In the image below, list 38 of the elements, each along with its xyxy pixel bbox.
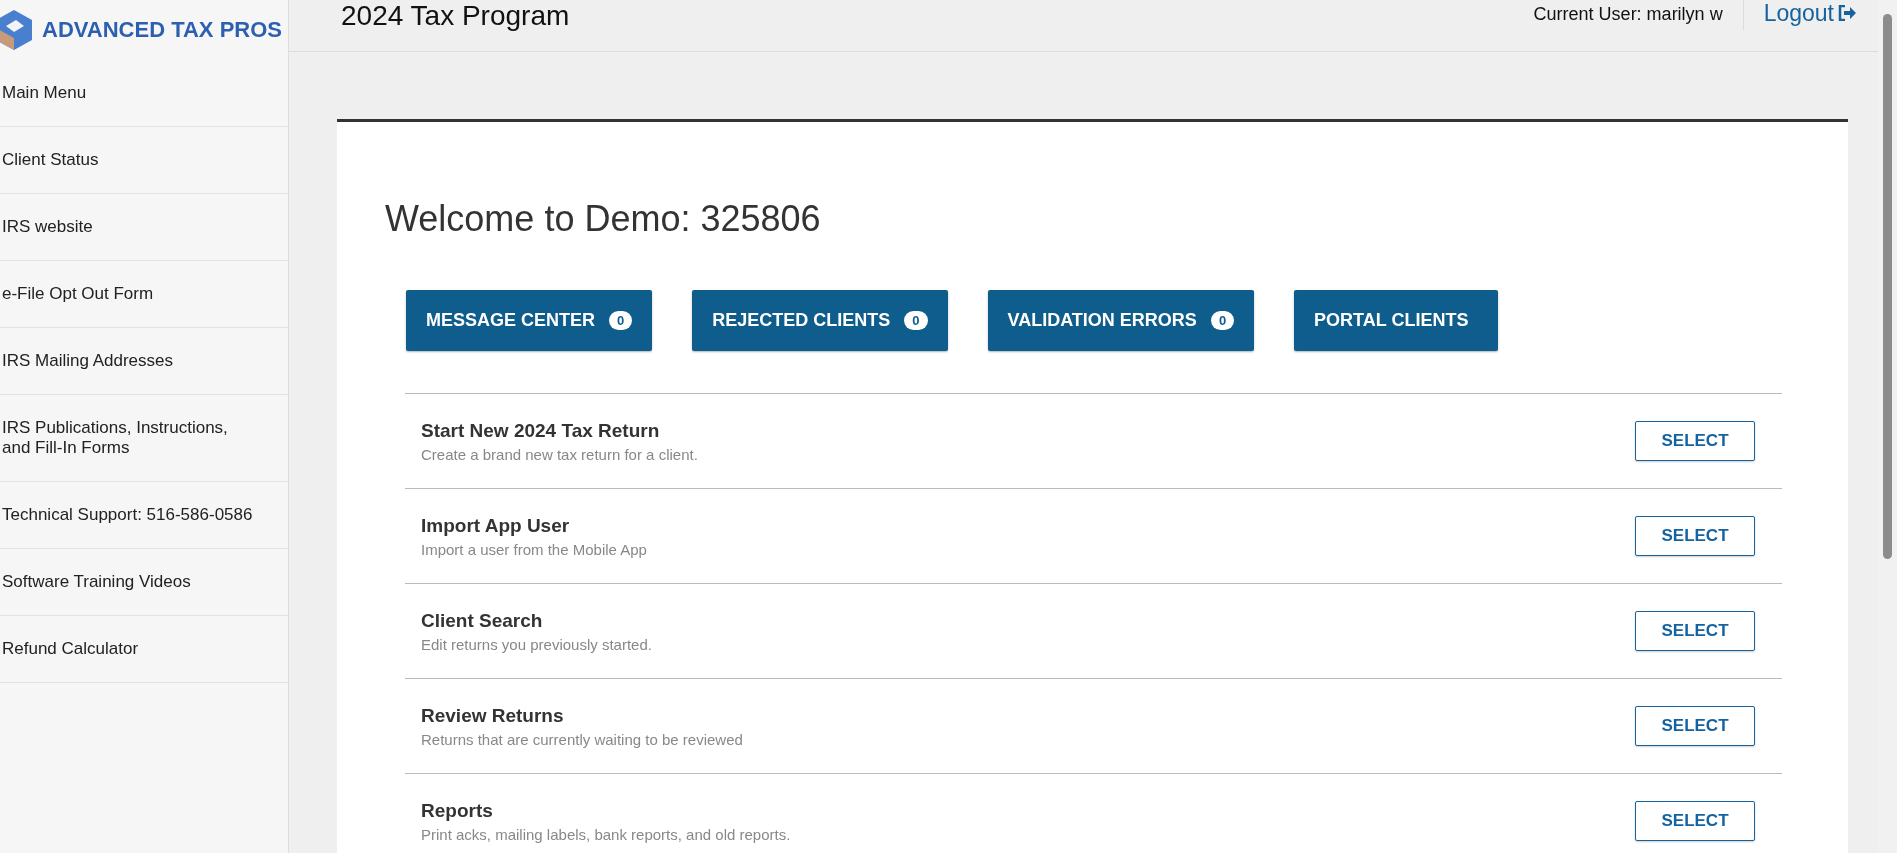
select-button[interactable]: SELECT <box>1635 706 1755 746</box>
count-badge: 0 <box>1210 311 1235 330</box>
sidebar-item[interactable]: IRS website <box>0 194 288 261</box>
menu-item-description: Returns that are currently waiting to be reviewed <box>421 730 743 748</box>
sidebar-item[interactable]: Client Status <box>0 127 288 194</box>
menu-item-title: Client Search <box>421 609 544 632</box>
sidebar-item[interactable]: IRS Publications, Instructions, and Fill-In Forms <box>0 395 288 482</box>
logout-icon[interactable] <box>1838 5 1856 21</box>
count-badge: 0 <box>904 311 928 330</box>
menu-item-title: Start New 2024 Tax Return <box>421 419 661 442</box>
quick-action-button[interactable]: VALIDATION ERRORS 0 <box>987 290 1255 351</box>
count-badge: 0 <box>609 311 633 330</box>
logout-link[interactable]: Logout <box>1743 0 1878 26</box>
sidebar-item[interactable]: e-File Opt Out Form <box>0 261 288 328</box>
welcome-heading: Welcome to Demo: 325806 <box>385 198 822 240</box>
select-button[interactable]: SELECT <box>1635 801 1755 841</box>
page-title: 2024 Tax Program <box>341 0 571 32</box>
sidebar-item[interactable]: IRS Mailing Addresses <box>0 328 288 395</box>
scrollbar-thumb[interactable] <box>1883 14 1892 559</box>
sidebar-item[interactable]: Technical Support: 516-586-0586 <box>0 482 288 549</box>
quick-action-button[interactable]: MESSAGE CENTER 0 <box>406 290 653 351</box>
sidebar-item[interactable]: Main Menu <box>0 60 288 127</box>
menu-item-title: Review Returns <box>421 704 565 727</box>
select-button[interactable]: SELECT <box>1635 421 1755 461</box>
menu-item-description: Create a brand new tax return for a client. <box>421 445 698 463</box>
current-user-label: Current User: marilyn w <box>1513 0 1744 30</box>
menu-item-description: Import a user from the Mobile App <box>421 540 647 558</box>
quick-action-button[interactable]: REJECTED CLIENTS 0 <box>692 290 948 351</box>
menu-item-description: Edit returns you previously started. <box>421 635 652 653</box>
select-button[interactable]: SELECT <box>1635 611 1755 651</box>
sidebar-item[interactable]: Refund Calculator <box>0 616 288 683</box>
menu-item-description: Print acks, mailing labels, bank reports, and old reports. <box>421 825 791 843</box>
quick-action-button[interactable]: PORTAL CLIENTS <box>1294 290 1499 351</box>
logo-text: ADVANCED TAX PROS <box>42 17 282 43</box>
select-button[interactable]: SELECT <box>1635 516 1755 556</box>
menu-item-title: Reports <box>421 799 494 822</box>
sidebar-item[interactable]: Software Training Videos <box>0 549 288 616</box>
menu-item-title: Import App User <box>421 514 571 537</box>
